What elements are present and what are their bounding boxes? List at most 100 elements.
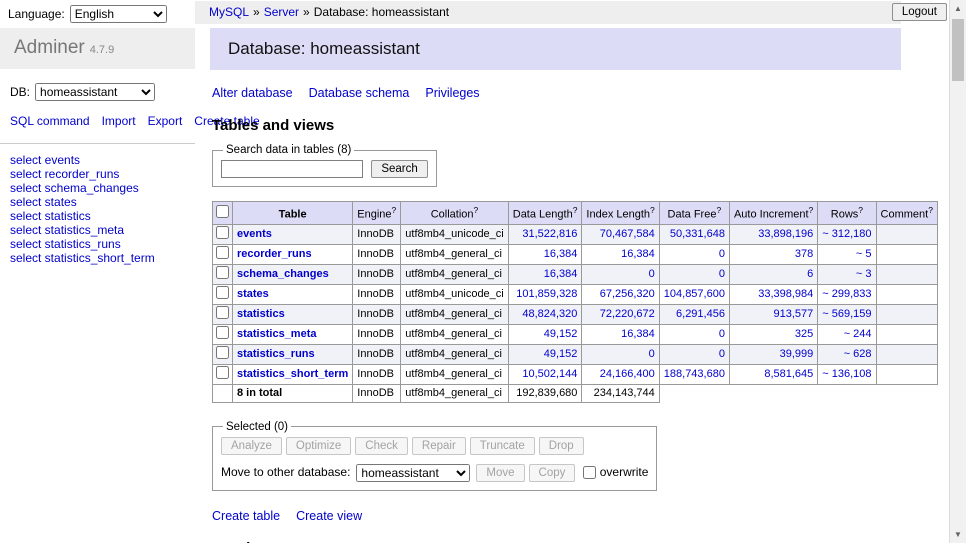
sidebar-action-link[interactable]: Export xyxy=(148,114,183,128)
database-action-link[interactable]: Database schema xyxy=(309,86,410,100)
auto-increment-link[interactable]: 913,577 xyxy=(774,308,814,320)
column-help-link[interactable]: ? xyxy=(858,205,863,215)
data-free-link[interactable]: 0 xyxy=(719,328,725,340)
table-name-link[interactable]: statistics_runs xyxy=(237,348,315,360)
column-help-link[interactable]: ? xyxy=(809,205,814,215)
selected-action-button[interactable]: Optimize xyxy=(286,437,351,455)
data-free-link[interactable]: 0 xyxy=(719,348,725,360)
database-action-link[interactable]: Alter database xyxy=(212,86,293,100)
search-button[interactable]: Search xyxy=(371,160,427,178)
auto-increment-link[interactable]: 378 xyxy=(795,248,813,260)
overwrite-checkbox[interactable] xyxy=(583,466,596,479)
data-free-link[interactable]: 104,857,600 xyxy=(664,288,725,300)
sidebar-select-table-link[interactable]: select statistics_meta xyxy=(10,224,195,237)
sidebar-action-link[interactable]: Import xyxy=(102,114,136,128)
table-name-link[interactable]: statistics_meta xyxy=(237,328,317,340)
table-name-link[interactable]: statistics_short_term xyxy=(237,368,348,380)
selected-action-button[interactable]: Analyze xyxy=(221,437,282,455)
rows-count-link[interactable]: ~ 299,833 xyxy=(822,288,871,300)
table-name-link[interactable]: states xyxy=(237,288,269,300)
table-name-link[interactable]: recorder_runs xyxy=(237,248,312,260)
sidebar-select-table-link[interactable]: select events xyxy=(10,154,195,167)
scrollbar-thumb[interactable] xyxy=(952,19,964,81)
row-checkbox[interactable] xyxy=(216,266,229,279)
data-length-link[interactable]: 10,502,144 xyxy=(522,368,577,380)
data-free-link[interactable]: 188,743,680 xyxy=(664,368,725,380)
db-select[interactable]: homeassistant xyxy=(35,83,155,101)
column-help-link[interactable]: ? xyxy=(928,205,933,215)
sidebar-select-table-link[interactable]: select recorder_runs xyxy=(10,168,195,181)
sidebar-action-link[interactable]: SQL command xyxy=(10,114,90,128)
sidebar-select-table-link[interactable]: select statistics_runs xyxy=(10,238,195,251)
index-length-link[interactable]: 72,220,672 xyxy=(600,308,655,320)
table-name-link[interactable]: schema_changes xyxy=(237,268,329,280)
database-action-link[interactable]: Privileges xyxy=(425,86,479,100)
sidebar-select-table-link[interactable]: select statistics_short_term xyxy=(10,252,195,265)
data-length-link[interactable]: 101,859,328 xyxy=(516,288,577,300)
column-help-link[interactable]: ? xyxy=(573,205,578,215)
selected-action-button[interactable]: Drop xyxy=(539,437,584,455)
select-all-checkbox[interactable] xyxy=(216,205,229,218)
index-length-link[interactable]: 16,384 xyxy=(621,248,655,260)
language-select[interactable]: English xyxy=(70,5,167,23)
auto-increment-link[interactable]: 39,999 xyxy=(780,348,814,360)
create-link[interactable]: Create view xyxy=(296,509,362,523)
auto-increment-link[interactable]: 33,398,984 xyxy=(758,288,813,300)
index-length-link[interactable]: 24,166,400 xyxy=(600,368,655,380)
breadcrumb-server-link[interactable]: Server xyxy=(264,5,299,19)
row-checkbox[interactable] xyxy=(216,326,229,339)
search-input[interactable] xyxy=(221,160,363,178)
auto-increment-link[interactable]: 8,581,645 xyxy=(764,368,813,380)
column-help-link[interactable]: ? xyxy=(650,205,655,215)
adminer-logo-link[interactable]: Adminer xyxy=(14,37,85,58)
row-checkbox[interactable] xyxy=(216,246,229,259)
data-free-link[interactable]: 6,291,456 xyxy=(676,308,725,320)
rows-count-link[interactable]: ~ 569,159 xyxy=(822,308,871,320)
copy-button[interactable]: Copy xyxy=(529,464,576,482)
row-checkbox[interactable] xyxy=(216,286,229,299)
rows-count-link[interactable]: ~ 312,180 xyxy=(822,228,871,240)
rows-count-link[interactable]: ~ 3 xyxy=(856,268,872,280)
rows-count-link[interactable]: ~ 5 xyxy=(856,248,872,260)
row-checkbox[interactable] xyxy=(216,306,229,319)
column-help-link[interactable]: ? xyxy=(392,205,397,215)
row-checkbox[interactable] xyxy=(216,346,229,359)
table-name-link[interactable]: statistics xyxy=(237,308,285,320)
data-length-link[interactable]: 48,824,320 xyxy=(522,308,577,320)
data-free-link[interactable]: 0 xyxy=(719,268,725,280)
data-length-link[interactable]: 31,522,816 xyxy=(522,228,577,240)
selected-action-button[interactable]: Repair xyxy=(412,437,466,455)
index-length-link[interactable]: 0 xyxy=(649,268,655,280)
rows-count-link[interactable]: ~ 628 xyxy=(844,348,872,360)
index-length-link[interactable]: 16,384 xyxy=(621,328,655,340)
move-db-select[interactable]: homeassistant xyxy=(356,464,470,482)
data-length-link[interactable]: 49,152 xyxy=(544,328,578,340)
move-button[interactable]: Move xyxy=(476,464,524,482)
table-name-link[interactable]: events xyxy=(237,228,272,240)
row-checkbox[interactable] xyxy=(216,226,229,239)
auto-increment-link[interactable]: 6 xyxy=(807,268,813,280)
column-help-link[interactable]: ? xyxy=(716,205,721,215)
index-length-link[interactable]: 70,467,584 xyxy=(600,228,655,240)
row-checkbox[interactable] xyxy=(216,366,229,379)
index-length-link[interactable]: 0 xyxy=(649,348,655,360)
breadcrumb-mysql-link[interactable]: MySQL xyxy=(209,5,249,19)
selected-action-button[interactable]: Truncate xyxy=(470,437,535,455)
sidebar-select-table-link[interactable]: select statistics xyxy=(10,210,195,223)
logout-button[interactable]: Logout xyxy=(892,3,947,21)
rows-count-link[interactable]: ~ 136,108 xyxy=(822,368,871,380)
data-length-link[interactable]: 49,152 xyxy=(544,348,578,360)
vertical-scrollbar[interactable]: ▲ ▼ xyxy=(949,0,966,543)
data-length-link[interactable]: 16,384 xyxy=(544,248,578,260)
sidebar-select-table-link[interactable]: select states xyxy=(10,196,195,209)
column-help-link[interactable]: ? xyxy=(474,205,479,215)
create-link[interactable]: Create table xyxy=(212,509,280,523)
auto-increment-link[interactable]: 33,898,196 xyxy=(758,228,813,240)
auto-increment-link[interactable]: 325 xyxy=(795,328,813,340)
data-free-link[interactable]: 50,331,648 xyxy=(670,228,725,240)
scrollbar-down-arrow[interactable]: ▼ xyxy=(950,527,966,542)
selected-action-button[interactable]: Check xyxy=(355,437,408,455)
data-length-link[interactable]: 16,384 xyxy=(544,268,578,280)
scrollbar-up-arrow[interactable]: ▲ xyxy=(950,1,966,16)
rows-count-link[interactable]: ~ 244 xyxy=(844,328,872,340)
